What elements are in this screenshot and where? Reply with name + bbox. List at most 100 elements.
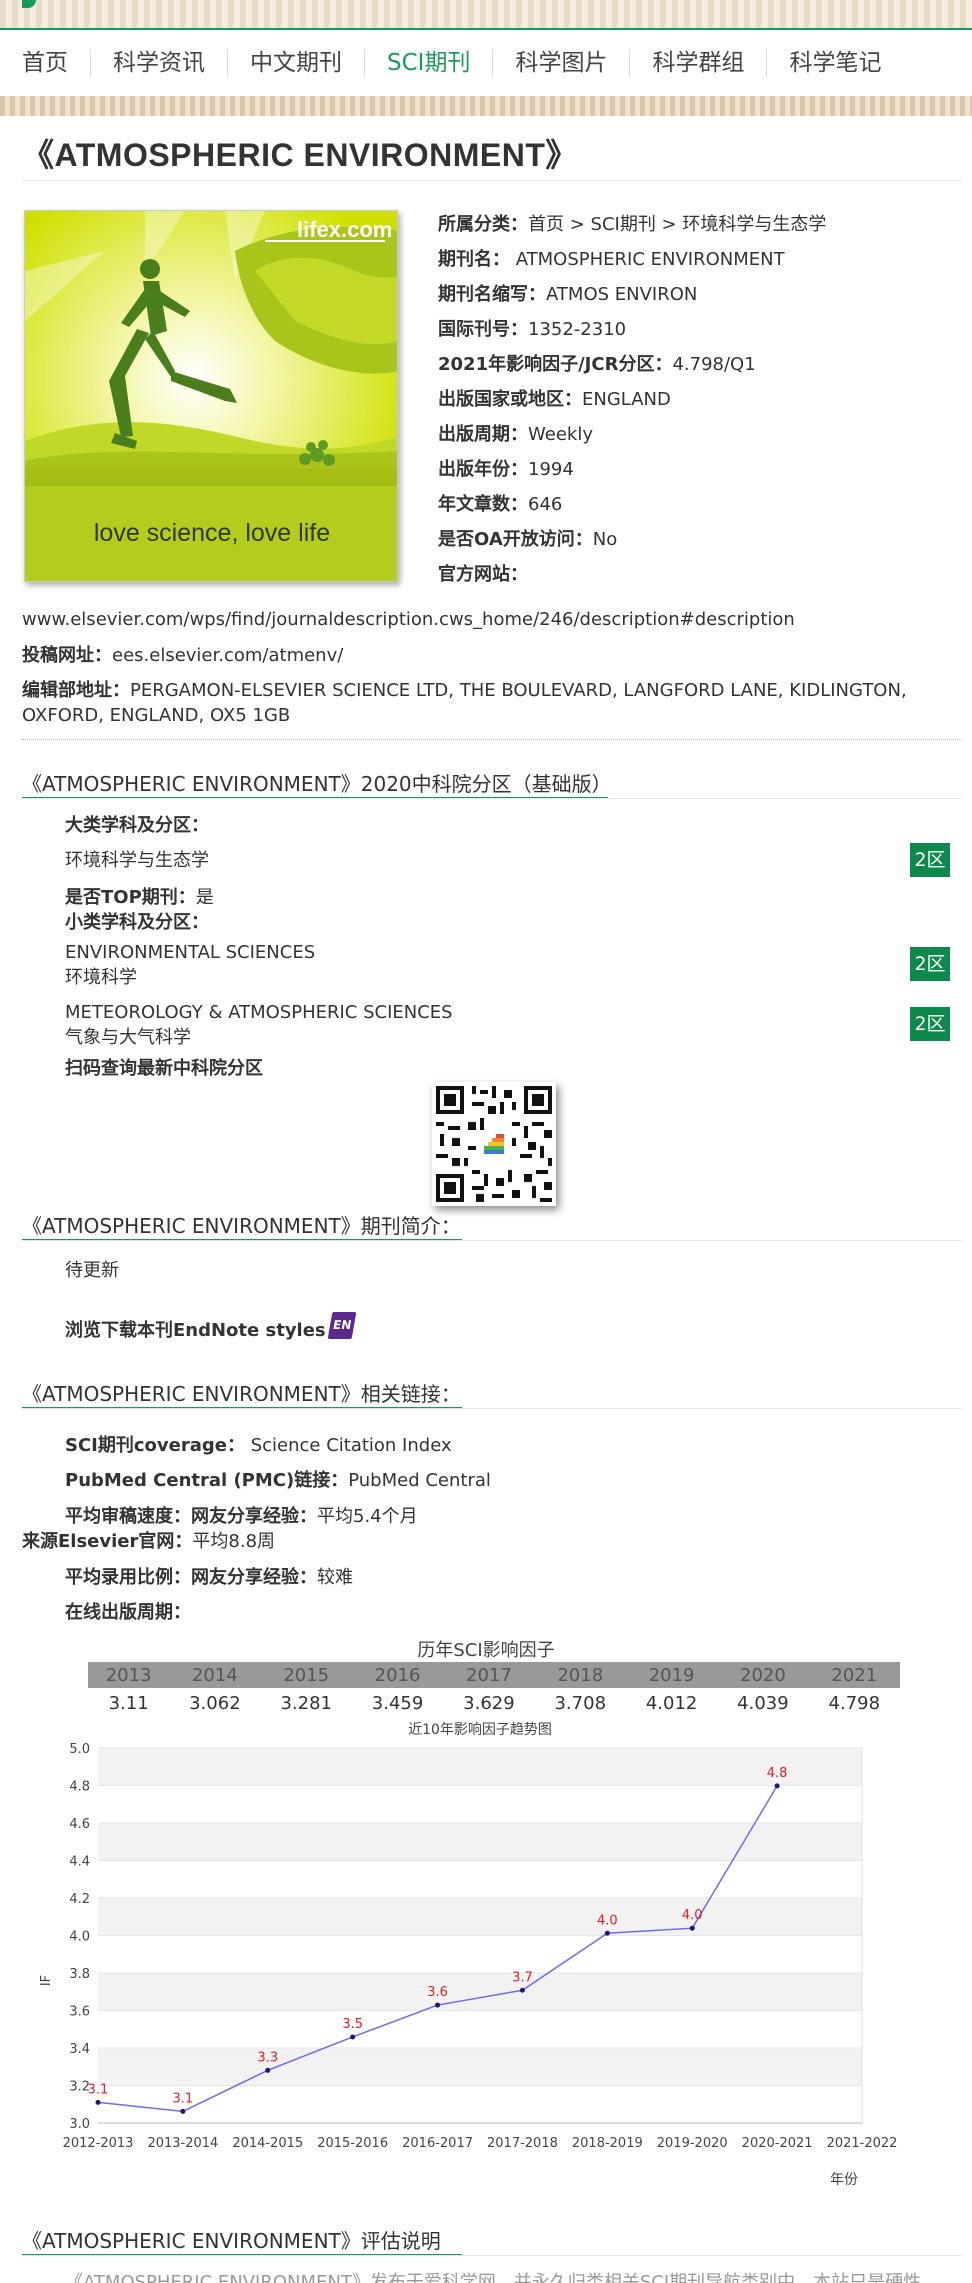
page-title: 《ATMOSPHERIC ENVIRONMENT》 — [22, 137, 578, 173]
chart-x-tick-label: 2014-2015 — [232, 2136, 303, 2151]
accept-rate-row: 平均录用比例：网友分享经验：较难 — [65, 1565, 353, 1590]
nav-item-science-images[interactable]: 科学图片 — [493, 49, 631, 77]
website-url[interactable]: www.elsevier.com/wps/find/journaldescrip… — [22, 607, 952, 632]
chart-y-tick-label: 4.2 — [69, 1892, 90, 1907]
nav-item-sci-journals[interactable]: SCI期刊 — [365, 49, 494, 77]
chart-grid-band — [98, 1935, 862, 1973]
nav-item-science-news[interactable]: 科学资讯 — [91, 49, 228, 77]
chart-y-tick-label: 3.8 — [69, 1967, 90, 1982]
header-top-strip — [0, 0, 972, 30]
minor-subject-2-cn: 气象与大气科学 — [65, 1027, 191, 1048]
chart-data-point — [265, 2067, 271, 2073]
chart-x-tick-label: 2019-2020 — [657, 2136, 728, 2151]
endnote-icon[interactable]: EN — [327, 1312, 357, 1339]
if-table-year-2019: 2019 — [625, 1662, 718, 1688]
major-zone-badge: 2区 — [910, 843, 950, 877]
intro-heading: 《ATMOSPHERIC ENVIRONMENT》期刊简介： — [22, 1214, 461, 1238]
evaluation-heading-rule — [22, 2255, 962, 2256]
info-country-value: ENGLAND — [582, 389, 671, 410]
minor-subject-2: METEOROLOGY & ATMOSPHERIC SCIENCES 气象与大气科… — [65, 1000, 453, 1050]
chart-data-point — [604, 1930, 610, 1936]
chart-grid-band — [98, 2048, 862, 2086]
major-subject-label-text: 大类学科及分区： — [65, 815, 209, 836]
elsevier-row: 来源Elsevier官网：平均8.8周 — [22, 1529, 275, 1554]
endnote-link[interactable]: 浏览下载本刊EndNote styles EN — [65, 1312, 357, 1343]
chart-data-point — [519, 1987, 525, 1993]
nav-item-science-groups[interactable]: 科学群组 — [630, 49, 768, 77]
info-articles-value: 646 — [528, 494, 563, 515]
cover-caption: love science, love life — [94, 519, 330, 547]
chart-grid-band — [98, 1823, 862, 1861]
minor-subject-label-text: 小类学科及分区： — [65, 912, 209, 933]
info-website-row: 官方网站： — [438, 557, 826, 592]
if-table-year-2013: 2013 — [88, 1662, 170, 1688]
chart-data-label: 4.8 — [767, 1766, 788, 1781]
info-category-value[interactable]: 首页 > SCI期刊 > 环境科学与生态学 — [528, 214, 826, 235]
nav-bottom-strip — [0, 96, 972, 116]
info-country-label: 出版国家或地区： — [438, 389, 582, 410]
editorial-address: 编辑部地址：PERGAMON-ELSEVIER SCIENCE LTD, THE… — [22, 678, 952, 728]
if-table-value-2020: 4.039 — [737, 1692, 789, 1714]
chart-data-label: 3.5 — [342, 2017, 363, 2032]
review-speed-row: 平均审稿速度：网友分享经验：平均5.4个月 — [65, 1504, 418, 1529]
if-table-year-2018: 2018 — [534, 1662, 626, 1688]
chart-y-axis-label: IF — [39, 1975, 54, 1986]
if-table-value-2015: 3.281 — [280, 1692, 332, 1714]
info-category-label: 所属分类： — [438, 214, 528, 235]
chart-y-tick-label: 4.6 — [69, 1817, 90, 1832]
info-abbr-row: 期刊名缩写：ATMOS ENVIRON — [438, 277, 826, 312]
journal-cover-image: lifex.com love science, love life — [24, 210, 398, 582]
if-table-year-2021: 2021 — [808, 1662, 900, 1688]
chart-data-label: 3.7 — [512, 1970, 533, 1985]
editorial-address-line-2: OXFORD, ENGLAND, OX5 1GB — [22, 705, 291, 726]
info-year-label: 出版年份： — [438, 459, 528, 480]
info-category-row: 所属分类：首页 > SCI期刊 > 环境科学与生态学 — [438, 207, 826, 242]
if-table-caption: 历年SCI影响因子 — [417, 1640, 555, 1661]
endnote-label[interactable]: 浏览下载本刊EndNote styles — [65, 1320, 326, 1341]
evaluation-heading: 《ATMOSPHERIC ENVIRONMENT》评估说明 — [22, 2229, 441, 2253]
if-table-value-2021: 4.798 — [828, 1692, 881, 1714]
info-issn-label: 国际刊号： — [438, 319, 528, 340]
info-name-row: 期刊名： ATMOSPHERIC ENVIRONMENT — [438, 242, 826, 277]
info-name-value: ATMOSPHERIC ENVIRONMENT — [515, 249, 785, 270]
scan-label-text: 扫码查询最新中科院分区 — [65, 1058, 263, 1079]
chart-x-tick-label: 2012-2013 — [63, 2136, 134, 2151]
minor-subject-1-cn: 环境科学 — [65, 967, 137, 988]
nav-item-chinese-journals[interactable]: 中文期刊 — [228, 49, 365, 77]
chart-data-point — [435, 2002, 441, 2008]
chart-x-tick-label: 2017-2018 — [487, 2136, 558, 2151]
submit-label: 投稿网址： — [22, 645, 112, 666]
info-oa-label: 是否OA开放访问： — [438, 529, 593, 550]
if-table-year-2014: 2014 — [169, 1662, 261, 1688]
chart-y-tick-label: 5.0 — [69, 1742, 90, 1757]
chart-data-label: 3.6 — [427, 1985, 448, 2000]
info-year-value: 1994 — [528, 459, 574, 480]
chart-y-tick-label: 4.0 — [69, 1930, 90, 1945]
nav-item-home[interactable]: 首页 — [0, 49, 91, 77]
partition-heading-rule — [22, 798, 962, 799]
submit-url[interactable]: ees.elsevier.com/atmenv/ — [112, 645, 343, 666]
coverage-value[interactable]: Science Citation Index — [251, 1435, 452, 1456]
pmc-value[interactable]: PubMed Central — [348, 1470, 491, 1491]
if-trend-chart-svg: 3.03.23.43.63.84.04.24.44.64.85.02012-20… — [39, 1722, 897, 2188]
editorial-address-line-1: PERGAMON-ELSEVIER SCIENCE LTD, THE BOULE… — [130, 680, 907, 701]
dotted-divider — [22, 739, 962, 740]
info-articles-row: 年文章数：646 — [438, 487, 826, 522]
qr-code — [432, 1082, 556, 1206]
top-journal-row: 是否TOP期刊：是 — [65, 885, 214, 910]
major-subject-label: 大类学科及分区： — [65, 813, 209, 838]
main-nav: 首页 科学资讯 中文期刊 SCI期刊 科学图片 科学群组 科学笔记 — [0, 30, 972, 96]
nav-item-science-notes[interactable]: 科学笔记 — [767, 49, 903, 77]
info-country-row: 出版国家或地区：ENGLAND — [438, 382, 826, 417]
accept-rate-value: 较难 — [317, 1567, 353, 1588]
chart-data-label: 4.0 — [682, 1908, 703, 1923]
chart-y-tick-label: 3.6 — [69, 2005, 90, 2020]
chart-grid-band — [98, 1785, 862, 1823]
if-table-value-2016: 3.459 — [371, 1692, 424, 1714]
if-table: 2013 2014 2015 2016 2017 2018 2019 2020 2021 3.1… — [88, 1662, 900, 1718]
top-journal-value: 是 — [195, 887, 214, 908]
review-speed-label: 平均审稿速度：网友分享经验： — [65, 1506, 317, 1527]
if-trend-chart: 3.0 3.2 3.4 3.6 3.8 4.0 4.2 4.4 4.6 4.8 5.0 2012-20… — [30, 1718, 910, 2198]
info-if-label: 2021年影响因子/JCR分区： — [438, 354, 673, 375]
info-year-row: 出版年份：1994 — [438, 452, 826, 487]
